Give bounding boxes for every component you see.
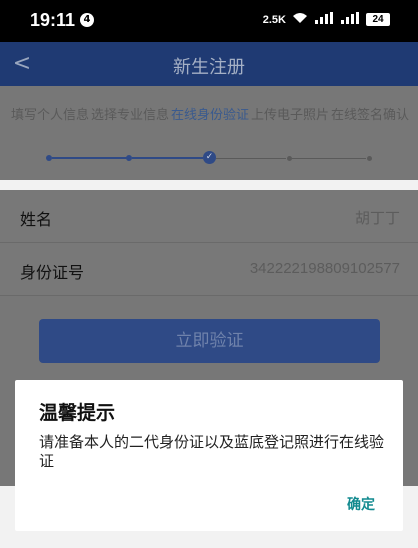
name-label: 姓名 [20, 210, 53, 229]
id-number-label: 身份证号 [20, 263, 85, 282]
status-indicators: 2.5K 24 [263, 12, 390, 27]
step-5-label: 在线签名确认 [330, 108, 409, 123]
name-row: 姓名 胡丁丁 [0, 190, 418, 243]
step-1-label: 填写个人信息 [10, 108, 89, 123]
tip-dialog: 温馨提示 请准备本人的二代身份证以及蓝底登记照进行在线验证 确定 [15, 380, 403, 531]
dialog-message: 请准备本人的二代身份证以及蓝底登记照进行在线验证 [39, 433, 385, 470]
id-number-row: 身份证号 342222198809102577 [0, 243, 418, 296]
step-3-check-icon: ✓ [203, 151, 216, 164]
step-2-dot [126, 155, 132, 161]
step-connector [216, 158, 286, 159]
net-speed: 2.5K [262, 13, 286, 26]
step-connector [52, 157, 127, 159]
step-1-dot [46, 155, 52, 161]
battery-icon: 24 [366, 13, 390, 26]
name-value: 胡丁丁 [354, 210, 400, 227]
verify-now-button[interactable]: 立即验证 [39, 319, 380, 363]
wifi-icon [292, 12, 308, 27]
step-connector [132, 157, 203, 159]
notification-badge-icon: 4 [80, 13, 94, 27]
dialog-title: 温馨提示 [39, 402, 116, 424]
page-title: 新生注册 [173, 57, 245, 78]
status-bar: 19:11 4 2.5K 24 [0, 0, 418, 42]
app-bar: < 新生注册 [0, 42, 418, 86]
signal-icon-2 [340, 12, 360, 27]
step-5-dot [367, 156, 372, 161]
step-3-label: 在线身份验证 [170, 108, 249, 123]
step-2-label: 选择专业信息 [90, 108, 169, 123]
step-connector [292, 158, 366, 159]
step-4-label: 上传电子照片 [250, 108, 329, 123]
dialog-confirm-button[interactable]: 确定 [347, 494, 375, 514]
signal-icon [314, 12, 334, 27]
step-4-dot [287, 156, 292, 161]
status-time: 19:11 [30, 10, 76, 30]
id-number-value: 342222198809102577 [249, 260, 400, 277]
registration-stepper: 填写个人信息 选择专业信息 在线身份验证 上传电子照片 在线签名确认 ✓ [0, 86, 418, 180]
